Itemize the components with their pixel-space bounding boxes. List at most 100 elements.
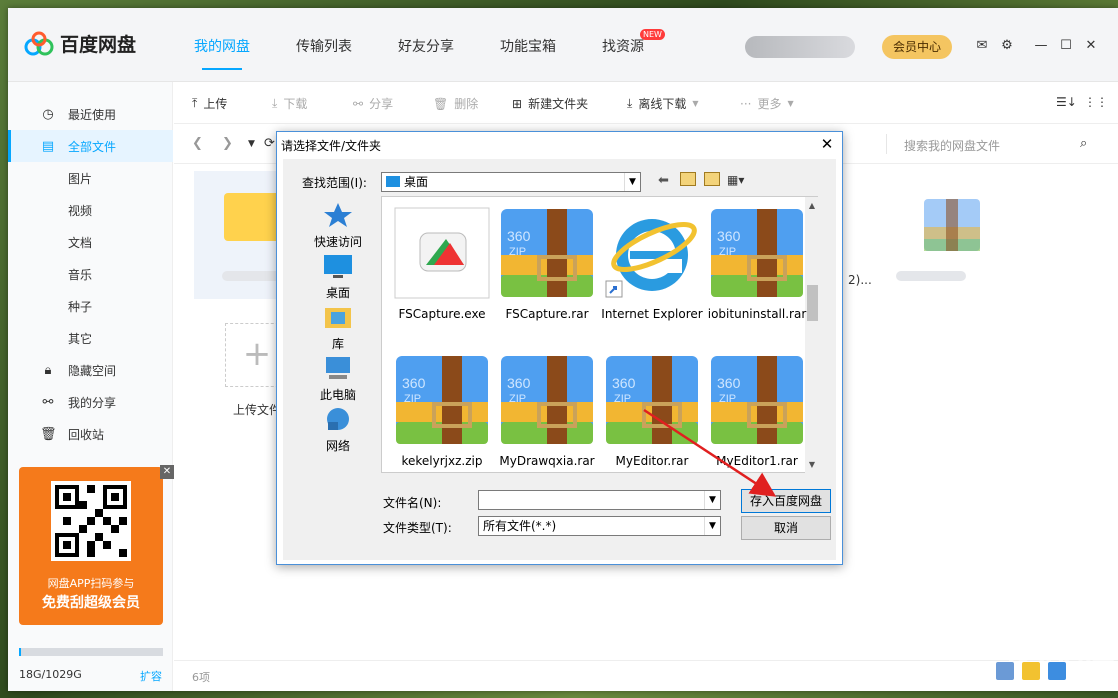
delete-button[interactable]: 🗑︎ 删除 [433, 95, 478, 112]
qr-code [51, 481, 131, 561]
user-avatar-blurred[interactable] [745, 36, 855, 58]
desktop-icon [386, 176, 400, 187]
chevron-down-icon: ▼ [704, 491, 720, 509]
forward-icon[interactable]: ❯ [222, 136, 233, 151]
upload-button[interactable]: ⤒ 上传 [192, 95, 227, 112]
download-button[interactable]: ⤓ 下载 [272, 95, 307, 112]
file-item[interactable]: Internet Explorer [600, 203, 704, 333]
chevron-down-icon: ▼ [704, 517, 720, 535]
file-list[interactable]: ▲ ▼ FSCapture.exe 360 ZIP FSCapture.rar Inte… [381, 196, 819, 474]
file-name: MyEditor1.rar [716, 454, 798, 468]
share-label: 分享 [369, 97, 394, 111]
file-item[interactable]: 360 ZIP MyEditor1.rar [705, 350, 809, 480]
share-button[interactable]: ⚯ 分享 [353, 95, 393, 112]
sidebar-item-all-files[interactable]: ▤ 全部文件 [8, 130, 173, 162]
archive-file-icon: 360 ZIP [499, 354, 595, 446]
refresh-icon[interactable]: ⟳ [264, 136, 275, 151]
promo-banner[interactable]: ✕ 网盘APP扫码参与 免费刮超级会员 [19, 465, 174, 625]
file-item[interactable]: 360 ZIP MyEditor.rar [600, 350, 704, 480]
svg-text:ZIP: ZIP [719, 393, 736, 405]
library-icon [325, 308, 351, 328]
svg-text:ZIP: ZIP [509, 393, 526, 405]
svg-text:360: 360 [717, 228, 741, 244]
back-icon[interactable]: ❮ [192, 136, 203, 151]
lookin-select[interactable]: 桌面 ▼ [381, 172, 641, 192]
sidebar-item-recent[interactable]: ◷ 最近使用 [8, 98, 173, 130]
archive-file-icon: 360 ZIP [394, 354, 490, 446]
sidebar-item-label: 我的分享 [68, 395, 117, 410]
tab-friend-share[interactable]: 好友分享 [398, 36, 454, 70]
tray-lock-icon[interactable] [1048, 662, 1066, 680]
new-folder-icon[interactable] [704, 172, 720, 186]
file-name: MyDrawqxia.rar [499, 454, 595, 468]
sidebar-item-music[interactable]: 音乐 [8, 258, 173, 290]
tray-star-icon[interactable] [1022, 662, 1040, 680]
cancel-button[interactable]: 取消 [741, 516, 831, 540]
place-desktop[interactable]: 桌面 [303, 253, 373, 301]
sidebar-item-label: 最近使用 [68, 107, 117, 122]
close-icon[interactable]: ✕ [1083, 38, 1099, 54]
settings-icon[interactable]: ⚙ [999, 38, 1015, 54]
sidebar-item-my-shares[interactable]: ⚯ 我的分享 [8, 386, 173, 418]
save-to-baidu-button[interactable]: 存入百度网盘 [741, 489, 831, 513]
download-icon: ⤓ [627, 96, 633, 110]
lookin-label: 查找范围(I): [302, 176, 367, 190]
filename-input[interactable]: ▼ [478, 490, 721, 510]
back-arrow-icon[interactable]: ⬅ [658, 173, 669, 188]
sidebar-item-hidden-space[interactable]: 🔒︎ 隐藏空间 [8, 354, 173, 386]
file-item[interactable]: 360 ZIP MyDrawqxia.rar [495, 350, 599, 480]
place-this-pc[interactable]: 此电脑 [303, 355, 373, 403]
filetype-select[interactable]: 所有文件(*.*) ▼ [478, 516, 721, 536]
vip-center-button[interactable]: 会员中心 [882, 35, 952, 59]
search-input[interactable]: 搜索我的网盘文件 [904, 137, 1000, 154]
archive-file-icon: 360 ZIP [499, 207, 595, 299]
sort-icon[interactable]: ☰↓ [1056, 95, 1077, 109]
sidebar-item-images[interactable]: 图片 [8, 162, 173, 194]
svg-text:ZIP: ZIP [719, 246, 736, 258]
tray-app-icon[interactable] [996, 662, 1014, 680]
file-item[interactable]: 360 ZIP FSCapture.rar [495, 203, 599, 333]
expand-storage-link[interactable]: 扩容 [140, 668, 162, 684]
grid-view-icon[interactable]: ⋮⋮ [1084, 95, 1108, 109]
maximize-icon[interactable]: ☐ [1058, 38, 1074, 54]
internet-explorer-icon [604, 207, 700, 299]
sidebar-item-recycle-bin[interactable]: 🗑︎ 回收站 [8, 418, 173, 450]
new-folder-button[interactable]: ⊞ 新建文件夹 [512, 95, 588, 112]
search-icon[interactable]: ⌕ [1080, 136, 1087, 151]
place-network[interactable]: 网络 [303, 406, 373, 454]
tab-my-disk[interactable]: 我的网盘 [194, 36, 250, 70]
minimize-icon[interactable]: — [1033, 38, 1049, 54]
up-folder-icon[interactable] [680, 172, 696, 186]
tab-find-resources-label: 找资源 [602, 39, 644, 55]
archive-file-icon: 360 ZIP [709, 354, 805, 446]
sidebar-item-documents[interactable]: 文档 [8, 226, 173, 258]
tab-toolbox[interactable]: 功能宝箱 [500, 36, 556, 70]
sidebar-item-torrents[interactable]: 种子 [8, 290, 173, 322]
divider [886, 134, 887, 154]
file-item[interactable]: 360 ZIP iobituninstall.rar [705, 203, 809, 333]
download-icon: ⤓ [272, 96, 278, 110]
file-item[interactable]: 360 ZIP kekelyrjxz.zip [390, 350, 494, 480]
archive-thumbnail [924, 199, 980, 251]
promo-line2: 免费刮超级会员 [42, 595, 140, 611]
tray-icons [996, 662, 1066, 680]
more-button[interactable]: ··· 更多 ▼ [740, 95, 794, 112]
dialog-close-icon[interactable]: ✕ [818, 135, 836, 153]
chevron-down-icon: ▼ [624, 173, 640, 191]
place-quick-access[interactable]: 快速访问 [303, 202, 373, 250]
sidebar-item-other[interactable]: 其它 [8, 322, 173, 354]
file-item[interactable]: FSCapture.exe [390, 203, 494, 333]
history-dropdown-icon[interactable]: ▼ [248, 139, 255, 149]
sidebar-item-videos[interactable]: 视频 [8, 194, 173, 226]
offline-download-button[interactable]: ⤓ 离线下载 ▼ [627, 95, 698, 112]
download-label: 下载 [283, 97, 308, 111]
more-label: 更多 [757, 97, 782, 111]
mail-icon[interactable]: ✉ [974, 38, 990, 54]
share-icon: ⚯ [353, 96, 364, 111]
place-library[interactable]: 库 [303, 304, 373, 352]
tab-transfer-list[interactable]: 传输列表 [296, 36, 352, 70]
view-menu-icon[interactable]: ▦▾ [727, 173, 744, 187]
upload-icon: ⤒ [192, 96, 198, 110]
promo-close-icon[interactable]: ✕ [160, 465, 174, 479]
tab-find-resources[interactable]: 找资源 NEW [602, 29, 665, 70]
